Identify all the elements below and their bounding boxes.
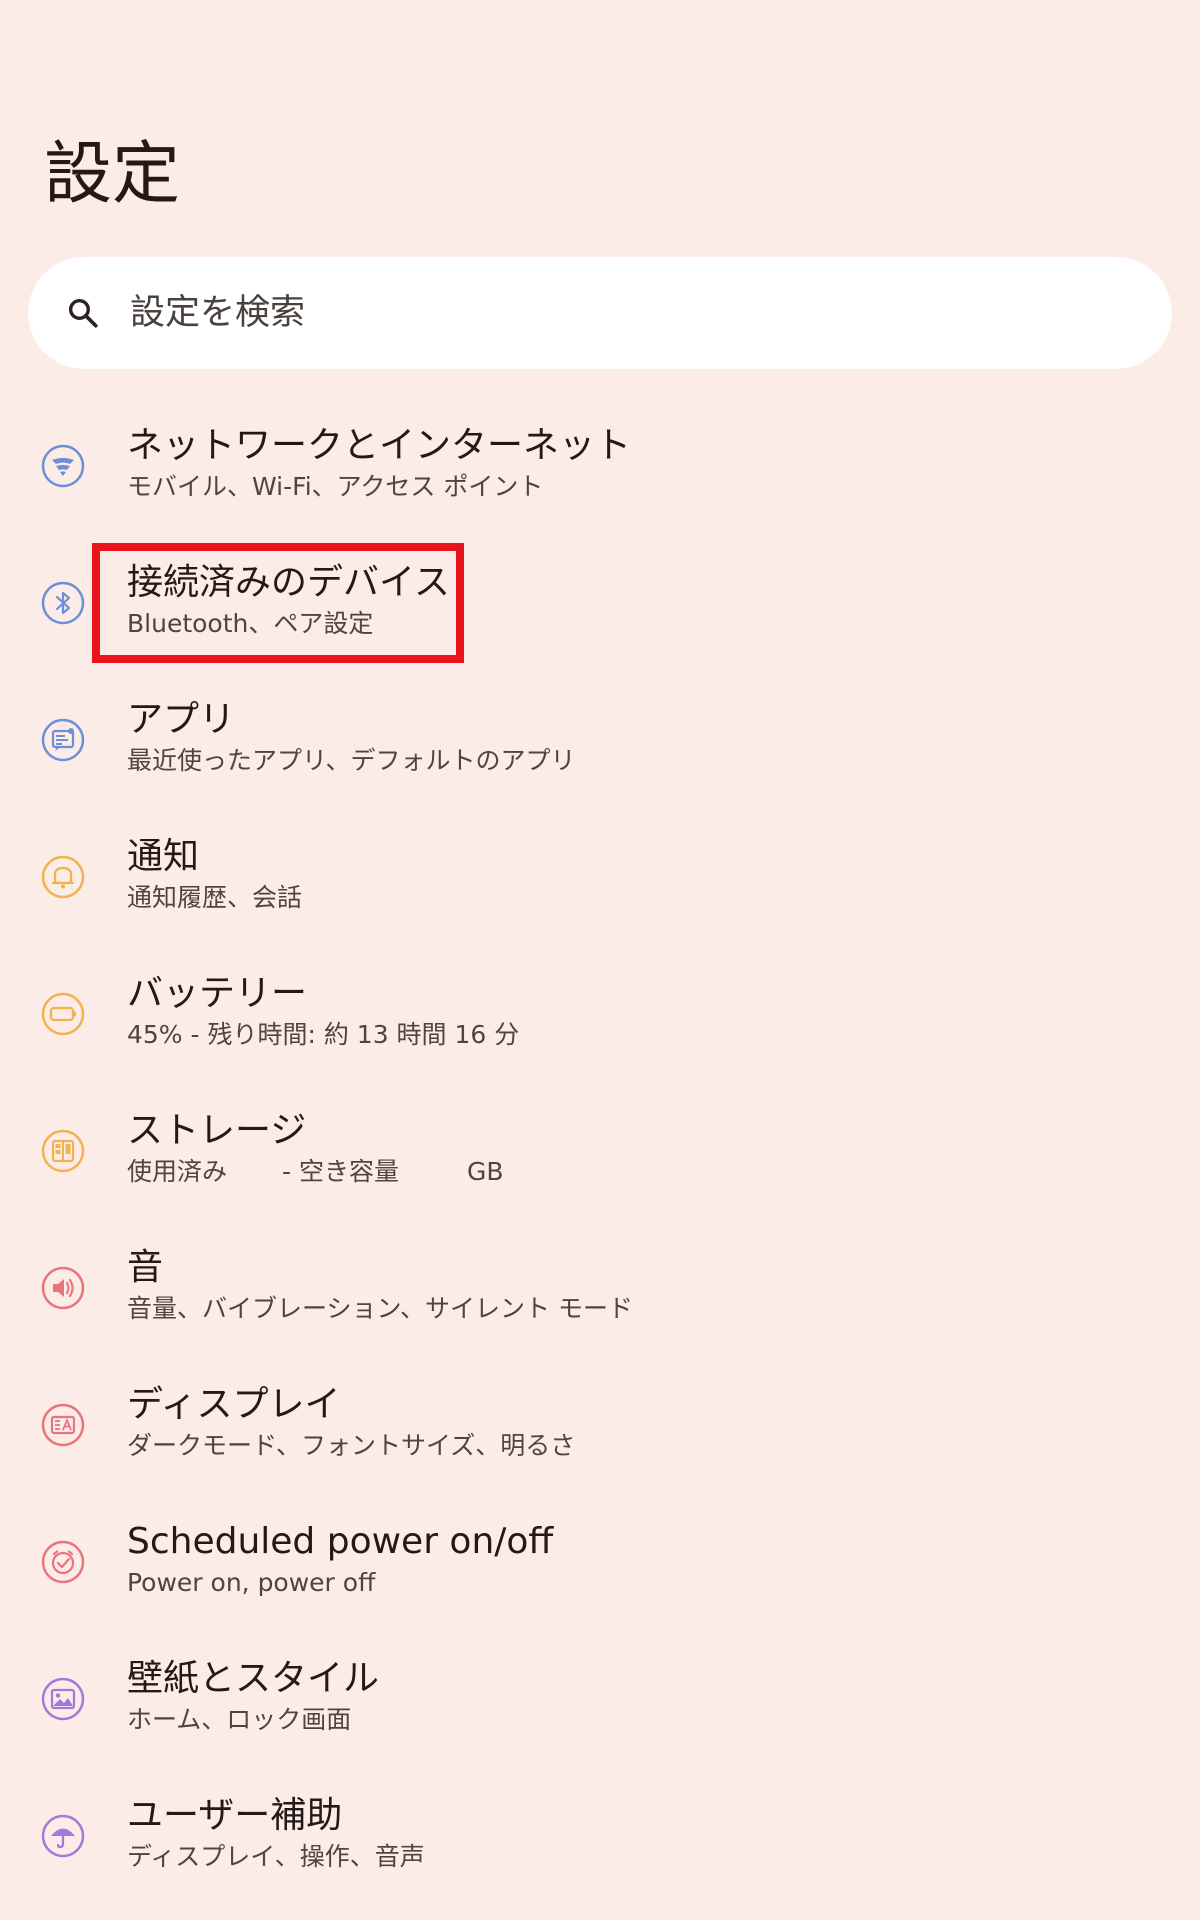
page-title: 設定 [44,135,181,214]
settings-item-title: アプリ [127,699,236,740]
storage-icon [41,1129,85,1173]
settings-item-title: 壁紙とスタイル [127,1658,380,1699]
settings-item-title: 通知 [127,836,200,877]
settings-item-accessibility[interactable]: ユーザー補助 ディスプレイ、操作、音声 [0,1780,1200,1917]
battery-icon [41,992,85,1036]
settings-item-notifications[interactable]: 通知 通知履歴、会話 [0,821,1200,958]
apps-icon [41,718,85,762]
settings-item-subtitle: 45% - 残り時間: 約 13 時間 16 分 [127,1020,520,1049]
settings-item-network[interactable]: ネットワークとインターネット モバイル、Wi-Fi、アクセス ポイント [0,410,1200,547]
storage-used-label: 使用済み [127,1157,228,1186]
search-icon [68,298,98,328]
settings-item-wallpaper[interactable]: 壁紙とスタイル ホーム、ロック画面 [0,1643,1200,1780]
settings-item-display[interactable]: ディスプレイ ダークモード、フォントサイズ、明るさ [0,1369,1200,1506]
settings-item-title: Scheduled power on/off [127,1521,554,1562]
settings-item-subtitle: ホーム、ロック画面 [127,1705,352,1734]
settings-item-scheduled-power[interactable]: Scheduled power on/off Power on, power o… [0,1506,1200,1643]
settings-item-storage[interactable]: ストレージ 使用済み - 空き容量 GB [0,1095,1200,1232]
settings-item-subtitle: 音量、バイブレーション、サイレント モード [127,1294,633,1323]
settings-item-subtitle: 使用済み - 空き容量 GB [127,1154,504,1190]
bluetooth-icon [41,581,85,625]
settings-item-title: ディスプレイ [127,1384,341,1425]
settings-item-subtitle: 通知履歴、会話 [127,883,303,912]
umbrella-icon [41,1814,85,1858]
bell-icon [41,855,85,899]
display-icon [41,1403,85,1447]
settings-item-subtitle: Power on, power off [127,1568,376,1597]
settings-item-title: ユーザー補助 [127,1795,343,1836]
settings-item-title: ストレージ [127,1110,307,1151]
settings-item-subtitle: モバイル、Wi-Fi、アクセス ポイント [127,472,544,501]
settings-item-battery[interactable]: バッテリー 45% - 残り時間: 約 13 時間 16 分 [0,958,1200,1095]
wallpaper-icon [41,1677,85,1721]
network-icon [41,444,85,488]
settings-item-subtitle: ダークモード、フォントサイズ、明るさ [127,1431,576,1460]
settings-item-title: ネットワークとインターネット [127,425,632,466]
settings-item-subtitle: 最近使ったアプリ、デフォルトのアプリ [127,746,576,775]
clock-icon [41,1540,85,1584]
settings-item-sound[interactable]: 音 音量、バイブレーション、サイレント モード [0,1232,1200,1369]
settings-item-apps[interactable]: アプリ 最近使ったアプリ、デフォルトのアプリ [0,684,1200,821]
storage-unit-label: GB [467,1157,504,1186]
storage-free-label: - 空き容量 [282,1157,399,1186]
highlight-box [92,543,464,663]
settings-item-subtitle: ディスプレイ、操作、音声 [127,1842,425,1871]
search-input[interactable] [128,292,1032,334]
search-bar[interactable] [28,257,1172,369]
speaker-icon [41,1266,85,1310]
settings-item-title: バッテリー [127,973,308,1014]
settings-item-title: 音 [127,1247,164,1288]
